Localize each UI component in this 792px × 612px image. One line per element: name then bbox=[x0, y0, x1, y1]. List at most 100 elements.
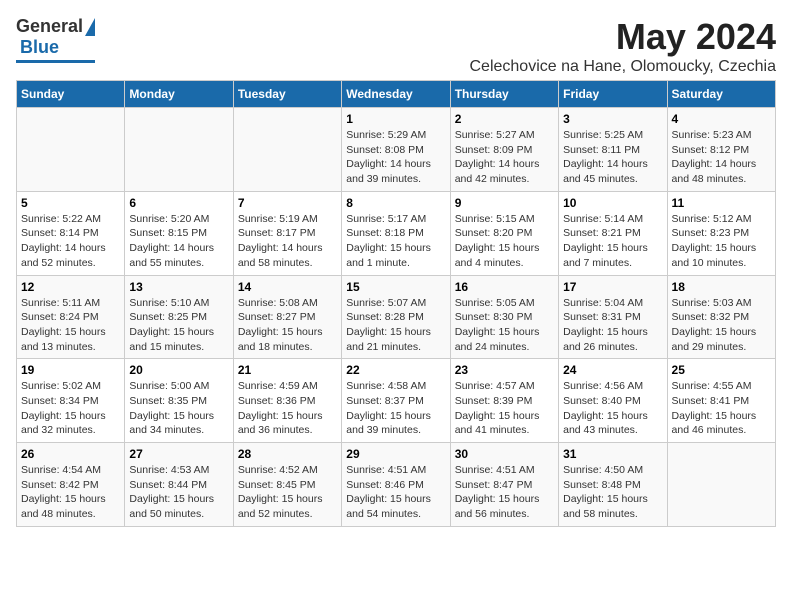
day-cell-2-3: 15Sunrise: 5:07 AMSunset: 8:28 PMDayligh… bbox=[342, 275, 450, 359]
day-number: 13 bbox=[129, 280, 228, 294]
day-number: 17 bbox=[563, 280, 662, 294]
day-cell-1-0: 5Sunrise: 5:22 AMSunset: 8:14 PMDaylight… bbox=[17, 191, 125, 275]
day-number: 6 bbox=[129, 196, 228, 210]
day-cell-0-2 bbox=[233, 108, 341, 192]
day-cell-3-5: 24 Sunrise: 4:56 AMSunset: 8:40 PMDayligh… bbox=[559, 359, 667, 443]
week-row-2: 5Sunrise: 5:22 AMSunset: 8:14 PMDaylight… bbox=[17, 191, 776, 275]
day-info: Sunrise: 4:58 AMSunset: 8:37 PMDaylight:… bbox=[346, 379, 445, 438]
day-info: Sunrise: 5:27 AMSunset: 8:09 PMDaylight:… bbox=[455, 128, 554, 187]
day-info: Sunrise: 5:04 AMSunset: 8:31 PMDaylight:… bbox=[563, 296, 662, 355]
week-row-5: 26Sunrise: 4:54 AMSunset: 8:42 PMDayligh… bbox=[17, 443, 776, 527]
header-sunday: Sunday bbox=[17, 81, 125, 108]
day-cell-4-4: 30 Sunrise: 4:51 AMSunset: 8:47 PMDayligh… bbox=[450, 443, 558, 527]
day-number: 11 bbox=[672, 196, 771, 210]
day-cell-1-6: 11 Sunrise: 5:12 AMSunset: 8:23 PMDayligh… bbox=[667, 191, 775, 275]
day-info: Sunrise: 5:14 AMSunset: 8:21 PMDaylight:… bbox=[563, 212, 662, 271]
day-number: 29 bbox=[346, 447, 445, 461]
day-number: 31 bbox=[563, 447, 662, 461]
day-info: Sunrise: 5:19 AMSunset: 8:17 PMDaylight:… bbox=[238, 212, 337, 271]
day-number: 15 bbox=[346, 280, 445, 294]
day-number: 30 bbox=[455, 447, 554, 461]
day-info: Sunrise: 5:20 AMSunset: 8:15 PMDaylight:… bbox=[129, 212, 228, 271]
header-saturday: Saturday bbox=[667, 81, 775, 108]
day-number: 10 bbox=[563, 196, 662, 210]
day-number: 23 bbox=[455, 363, 554, 377]
day-cell-0-3: 1 Sunrise: 5:29 AMSunset: 8:08 PMDaylight… bbox=[342, 108, 450, 192]
week-row-3: 12 Sunrise: 5:11 AMSunset: 8:24 PMDayligh… bbox=[17, 275, 776, 359]
location-subtitle: Celechovice na Hane, Olomoucky, Czechia bbox=[469, 58, 776, 76]
day-number: 7 bbox=[238, 196, 337, 210]
day-number: 1 bbox=[346, 112, 445, 126]
header-tuesday: Tuesday bbox=[233, 81, 341, 108]
header-friday: Friday bbox=[559, 81, 667, 108]
day-cell-2-1: 13 Sunrise: 5:10 AMSunset: 8:25 PMDayligh… bbox=[125, 275, 233, 359]
day-cell-0-1 bbox=[125, 108, 233, 192]
day-info: Sunrise: 4:56 AMSunset: 8:40 PMDaylight:… bbox=[563, 379, 662, 438]
day-number: 20 bbox=[129, 363, 228, 377]
day-number: 14 bbox=[238, 280, 337, 294]
day-cell-4-2: 28 Sunrise: 4:52 AMSunset: 8:45 PMDayligh… bbox=[233, 443, 341, 527]
day-info: Sunrise: 5:05 AMSunset: 8:30 PMDaylight:… bbox=[455, 296, 554, 355]
logo-underline bbox=[16, 60, 95, 63]
week-row-4: 19 Sunrise: 5:02 AMSunset: 8:34 PMDayligh… bbox=[17, 359, 776, 443]
day-info: Sunrise: 4:55 AMSunset: 8:41 PMDaylight:… bbox=[672, 379, 771, 438]
header-thursday: Thursday bbox=[450, 81, 558, 108]
day-info: Sunrise: 5:29 AMSunset: 8:08 PMDaylight:… bbox=[346, 128, 445, 187]
day-cell-0-0 bbox=[17, 108, 125, 192]
day-number: 9 bbox=[455, 196, 554, 210]
day-number: 2 bbox=[455, 112, 554, 126]
day-number: 16 bbox=[455, 280, 554, 294]
calendar-table: SundayMondayTuesdayWednesdayThursdayFrid… bbox=[16, 80, 776, 527]
day-info: Sunrise: 5:17 AMSunset: 8:18 PMDaylight:… bbox=[346, 212, 445, 271]
day-number: 21 bbox=[238, 363, 337, 377]
day-cell-3-4: 23Sunrise: 4:57 AMSunset: 8:39 PMDayligh… bbox=[450, 359, 558, 443]
day-info: Sunrise: 5:03 AMSunset: 8:32 PMDaylight:… bbox=[672, 296, 771, 355]
day-cell-1-2: 7 Sunrise: 5:19 AMSunset: 8:17 PMDaylight… bbox=[233, 191, 341, 275]
calendar-header-row: SundayMondayTuesdayWednesdayThursdayFrid… bbox=[17, 81, 776, 108]
day-cell-4-3: 29 Sunrise: 4:51 AMSunset: 8:46 PMDayligh… bbox=[342, 443, 450, 527]
logo: General Blue bbox=[16, 16, 95, 63]
day-number: 19 bbox=[21, 363, 120, 377]
day-info: Sunrise: 5:11 AMSunset: 8:24 PMDaylight:… bbox=[21, 296, 120, 355]
day-info: Sunrise: 4:59 AMSunset: 8:36 PMDaylight:… bbox=[238, 379, 337, 438]
day-info: Sunrise: 4:51 AMSunset: 8:46 PMDaylight:… bbox=[346, 463, 445, 522]
day-info: Sunrise: 4:53 AMSunset: 8:44 PMDaylight:… bbox=[129, 463, 228, 522]
header-monday: Monday bbox=[125, 81, 233, 108]
day-info: Sunrise: 5:25 AMSunset: 8:11 PMDaylight:… bbox=[563, 128, 662, 187]
day-number: 3 bbox=[563, 112, 662, 126]
day-cell-3-1: 20Sunrise: 5:00 AMSunset: 8:35 PMDayligh… bbox=[125, 359, 233, 443]
day-number: 27 bbox=[129, 447, 228, 461]
day-info: Sunrise: 5:15 AMSunset: 8:20 PMDaylight:… bbox=[455, 212, 554, 271]
day-number: 24 bbox=[563, 363, 662, 377]
day-cell-4-5: 31Sunrise: 4:50 AMSunset: 8:48 PMDayligh… bbox=[559, 443, 667, 527]
day-info: Sunrise: 5:10 AMSunset: 8:25 PMDaylight:… bbox=[129, 296, 228, 355]
day-number: 12 bbox=[21, 280, 120, 294]
day-info: Sunrise: 5:02 AMSunset: 8:34 PMDaylight:… bbox=[21, 379, 120, 438]
day-number: 4 bbox=[672, 112, 771, 126]
header-wednesday: Wednesday bbox=[342, 81, 450, 108]
day-cell-3-6: 25 Sunrise: 4:55 AMSunset: 8:41 PMDayligh… bbox=[667, 359, 775, 443]
month-title: May 2024 bbox=[469, 16, 776, 58]
title-section: May 2024 Celechovice na Hane, Olomoucky,… bbox=[469, 16, 776, 76]
day-info: Sunrise: 4:51 AMSunset: 8:47 PMDaylight:… bbox=[455, 463, 554, 522]
day-cell-2-4: 16 Sunrise: 5:05 AMSunset: 8:30 PMDayligh… bbox=[450, 275, 558, 359]
day-cell-4-1: 27 Sunrise: 4:53 AMSunset: 8:44 PMDayligh… bbox=[125, 443, 233, 527]
page-header: General Blue May 2024 Celechovice na Han… bbox=[16, 16, 776, 76]
day-cell-3-0: 19 Sunrise: 5:02 AMSunset: 8:34 PMDayligh… bbox=[17, 359, 125, 443]
day-cell-3-2: 21 Sunrise: 4:59 AMSunset: 8:36 PMDayligh… bbox=[233, 359, 341, 443]
day-cell-1-3: 8 Sunrise: 5:17 AMSunset: 8:18 PMDaylight… bbox=[342, 191, 450, 275]
day-number: 25 bbox=[672, 363, 771, 377]
day-cell-1-5: 10 Sunrise: 5:14 AMSunset: 8:21 PMDayligh… bbox=[559, 191, 667, 275]
day-cell-0-5: 3 Sunrise: 5:25 AMSunset: 8:11 PMDaylight… bbox=[559, 108, 667, 192]
day-info: Sunrise: 4:52 AMSunset: 8:45 PMDaylight:… bbox=[238, 463, 337, 522]
day-cell-3-3: 22 Sunrise: 4:58 AMSunset: 8:37 PMDayligh… bbox=[342, 359, 450, 443]
day-cell-2-2: 14Sunrise: 5:08 AMSunset: 8:27 PMDayligh… bbox=[233, 275, 341, 359]
day-info: Sunrise: 5:12 AMSunset: 8:23 PMDaylight:… bbox=[672, 212, 771, 271]
day-number: 22 bbox=[346, 363, 445, 377]
day-cell-2-5: 17 Sunrise: 5:04 AMSunset: 8:31 PMDayligh… bbox=[559, 275, 667, 359]
day-cell-0-6: 4Sunrise: 5:23 AMSunset: 8:12 PMDaylight… bbox=[667, 108, 775, 192]
day-cell-4-0: 26Sunrise: 4:54 AMSunset: 8:42 PMDayligh… bbox=[17, 443, 125, 527]
day-cell-1-4: 9 Sunrise: 5:15 AMSunset: 8:20 PMDaylight… bbox=[450, 191, 558, 275]
day-number: 8 bbox=[346, 196, 445, 210]
day-number: 28 bbox=[238, 447, 337, 461]
